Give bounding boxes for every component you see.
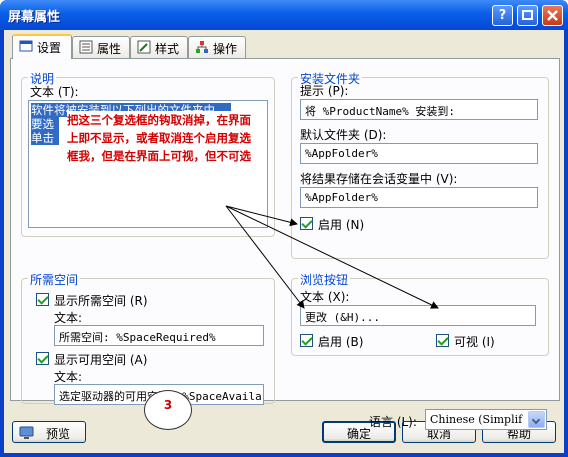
tab-label: 属性 bbox=[97, 42, 122, 56]
install-folder-group: 安装文件夹 提示 (P): 将 %ProductName% 安装到: 默认文件夹… bbox=[291, 70, 549, 259]
browse-visible-checkbox[interactable] bbox=[436, 334, 449, 347]
tab-label: 样式 bbox=[155, 42, 180, 56]
help-title-button[interactable]: ? bbox=[492, 5, 513, 26]
show-available-label: 显示可用空间 (A) bbox=[54, 353, 148, 367]
preview-label: 预览 bbox=[45, 427, 70, 441]
prompt-label: 提示 (P): bbox=[300, 84, 349, 98]
browse-enable-checkbox[interactable] bbox=[300, 334, 313, 347]
marker-circle: 3 bbox=[144, 390, 192, 430]
show-required-label: 显示所需空间 (R) bbox=[54, 294, 148, 308]
browse-text-input[interactable]: 更改 (&H)... bbox=[300, 305, 536, 326]
dialog-window: 屏幕属性 ? 设置 属性 样式 操作 说明 文本 (T): 软件将被安装到以下列… bbox=[0, 0, 568, 457]
language-select[interactable]: Chinese (Simplif bbox=[425, 409, 547, 430]
required-space-input[interactable]: 所需空间: %SpaceRequired% bbox=[54, 325, 264, 346]
group-title: 所需空间 bbox=[28, 271, 81, 288]
folder-enable-label: 启用 (N) bbox=[318, 218, 365, 232]
maximize-button[interactable] bbox=[517, 5, 538, 26]
tab-label: 操作 bbox=[213, 42, 238, 56]
settings-window-icon bbox=[19, 40, 33, 52]
required-space-group: 所需空间 显示所需空间 (R) 文本: 所需空间: %SpaceRequired… bbox=[21, 271, 275, 405]
question-icon: ? bbox=[498, 8, 507, 23]
group-title: 浏览按钮 bbox=[298, 271, 351, 288]
style-icon bbox=[137, 40, 151, 54]
title-bar[interactable]: 屏幕属性 ? bbox=[0, 0, 568, 30]
folder-enable-checkbox[interactable] bbox=[300, 217, 313, 230]
actions-icon bbox=[196, 41, 208, 53]
browse-button-group: 浏览按钮 文本 (X): 更改 (&H)... 启用 (B) 可视 (I) bbox=[291, 271, 549, 356]
annotation-line: 框我，但是在界面上可视，但不可选 bbox=[67, 147, 251, 165]
close-icon bbox=[547, 10, 558, 21]
marker-number: 3 bbox=[163, 398, 173, 412]
required-text-label: 文本: bbox=[54, 311, 83, 325]
browse-text-label: 文本 (X): bbox=[300, 290, 350, 304]
available-text-label: 文本: bbox=[54, 370, 83, 384]
show-available-checkbox[interactable] bbox=[36, 352, 49, 365]
browse-visible-label: 可视 (I) bbox=[454, 335, 495, 349]
dialog-body: 设置 属性 样式 操作 说明 文本 (T): 软件将被安装到以下列出的文件夹中。… bbox=[4, 30, 564, 453]
tab-actions[interactable]: 操作 bbox=[188, 36, 246, 58]
window-title: 屏幕属性 bbox=[8, 10, 61, 25]
tab-settings[interactable]: 设置 bbox=[12, 34, 72, 59]
chevron-down-icon[interactable] bbox=[528, 411, 545, 428]
annotation-line: 把这三个复选框的钩取消掉，在界面 bbox=[67, 111, 251, 129]
close-button[interactable] bbox=[542, 5, 563, 26]
tab-style[interactable]: 样式 bbox=[130, 36, 188, 58]
properties-list-icon bbox=[79, 40, 93, 54]
tab-label: 设置 bbox=[37, 41, 62, 55]
settings-panel: 说明 文本 (T): 软件将被安装到以下列出的文件夹中。 要选 单击 安装文件夹… bbox=[10, 58, 560, 430]
text-label: 文本 (T): bbox=[30, 85, 79, 99]
preview-button[interactable]: 预览 bbox=[12, 421, 86, 443]
browse-enable-label: 启用 (B) bbox=[318, 335, 364, 349]
annotation-line: 上即不显示，或者取消连个启用复选 bbox=[67, 129, 251, 147]
language-label: 语言 (L): bbox=[369, 415, 417, 429]
tab-properties[interactable]: 属性 bbox=[72, 36, 130, 58]
maximize-icon bbox=[522, 10, 533, 20]
language-value: Chinese (Simplif bbox=[430, 413, 523, 426]
default-folder-label: 默认文件夹 (D): bbox=[300, 128, 387, 142]
prompt-input[interactable]: 将 %ProductName% 安装到: bbox=[300, 99, 538, 120]
store-variable-label: 将结果存储在会话变量中 (V): bbox=[300, 172, 458, 186]
show-required-checkbox[interactable] bbox=[36, 293, 49, 306]
text-line: 要选 bbox=[31, 117, 59, 131]
default-folder-input[interactable]: %AppFolder% bbox=[300, 143, 538, 164]
store-variable-input[interactable]: %AppFolder% bbox=[300, 187, 538, 208]
text-line: 单击 bbox=[31, 131, 59, 145]
